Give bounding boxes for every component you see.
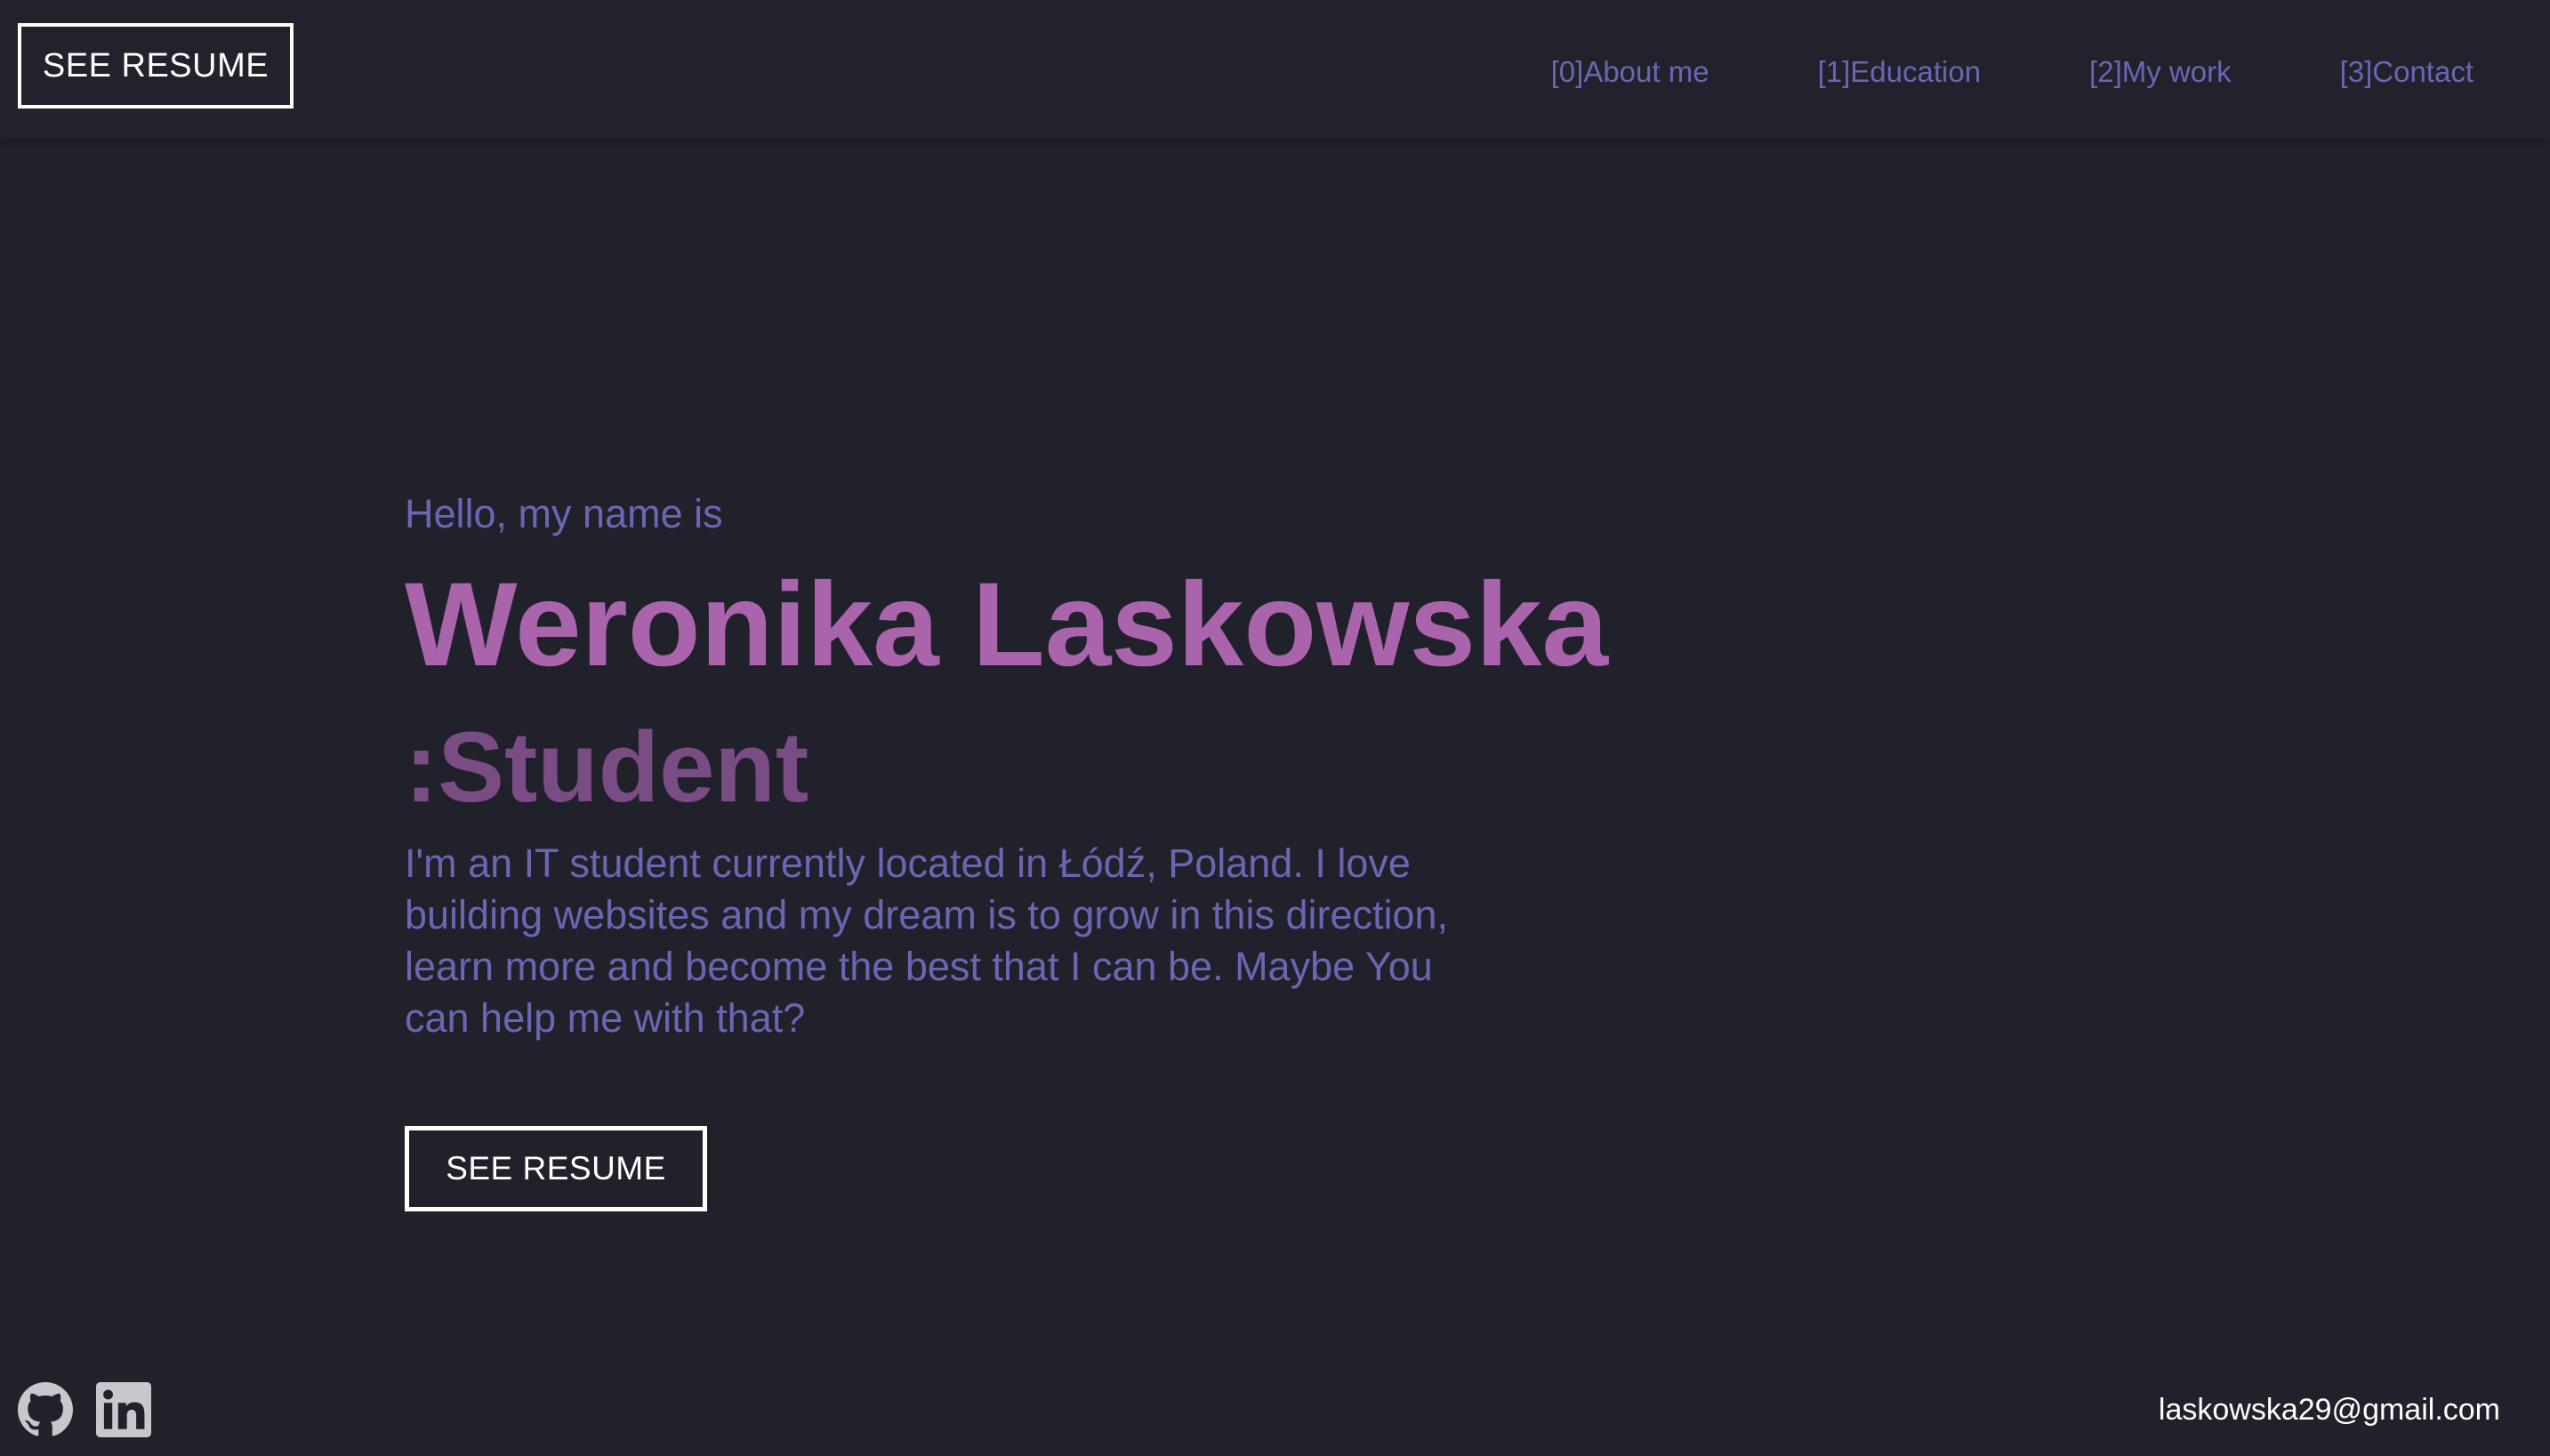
- hero-role: :Student: [405, 712, 809, 823]
- see-resume-button-hero[interactable]: SEE RESUME: [405, 1126, 707, 1211]
- navbar: SEE RESUME [0]About me [1]Education [2]M…: [0, 0, 2550, 139]
- hero-name: Weronika Laskowska: [405, 559, 1609, 691]
- nav-links: [0]About me [1]Education [2]My work [3]C…: [1551, 55, 2474, 89]
- github-icon[interactable]: [18, 1382, 73, 1437]
- contact-email-link[interactable]: laskowska29@gmail.com: [2159, 1393, 2500, 1428]
- nav-link-contact[interactable]: [3]Contact: [2340, 55, 2474, 89]
- linkedin-icon[interactable]: [96, 1382, 151, 1437]
- portfolio-page: SEE RESUME [0]About me [1]Education [2]M…: [0, 0, 2550, 1456]
- social-links: [18, 1382, 151, 1437]
- nav-link-my-work[interactable]: [2]My work: [2089, 55, 2232, 89]
- hero-bio: I'm an IT student currently located in Ł…: [405, 841, 1449, 1041]
- hero-greeting: Hello, my name is: [405, 491, 723, 536]
- nav-link-about-me[interactable]: [0]About me: [1551, 55, 1709, 89]
- hero-section: Hello, my name is Weronika Laskowska :St…: [405, 487, 1650, 1044]
- see-resume-button-top[interactable]: SEE RESUME: [18, 23, 294, 109]
- nav-link-education[interactable]: [1]Education: [1818, 55, 1981, 89]
